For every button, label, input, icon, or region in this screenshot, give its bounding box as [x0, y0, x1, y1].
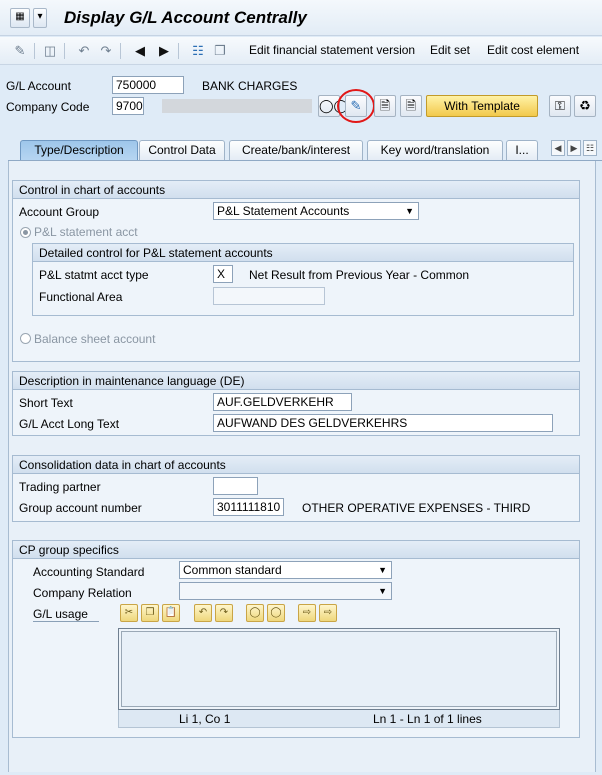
pl-statement-radio-label: P&L statement acct [34, 225, 138, 239]
tab-create-bank-interest[interactable]: Create/bank/interest [229, 140, 363, 160]
account-group-dropdown[interactable]: P&L Statement Accounts ▼ [213, 202, 419, 220]
tab-list-icon[interactable]: ☷ [583, 140, 597, 156]
functional-area-label: Functional Area [39, 290, 123, 304]
dropdown-menu-icon[interactable]: ▾ [33, 8, 47, 28]
toolbar-separator [64, 43, 65, 59]
accounting-standard-label: Accounting Standard [33, 565, 145, 579]
with-template-button[interactable]: With Template [426, 95, 538, 117]
detail-subgroup-title: Detailed control for P&L statement accou… [33, 244, 573, 262]
create-document-icon[interactable]: 🗎 [374, 95, 396, 117]
short-text-field[interactable]: AUF.GELDVERKEHR [213, 393, 352, 411]
gl-usage-label: G/L usage [33, 607, 88, 621]
group-title: Description in maintenance language (DE) [13, 372, 579, 390]
tab-more[interactable]: I... [506, 140, 538, 160]
company-code-label: Company Code [6, 100, 90, 114]
company-relation-dropdown[interactable]: ▼ [179, 582, 392, 600]
group-account-text: OTHER OPERATIVE EXPENSES - THIRD [302, 501, 531, 515]
undo-icon[interactable]: ↶ [76, 43, 92, 59]
tab-control-data[interactable]: Control Data [139, 140, 225, 160]
highlight-circle [337, 89, 375, 123]
redo-icon[interactable]: ↷ [215, 604, 233, 622]
chevron-down-icon: ▼ [405, 206, 414, 216]
tab-type-description[interactable]: Type/Description [20, 140, 138, 161]
editor-status-bar: Li 1, Co 1 Ln 1 - Ln 1 of 1 lines [118, 710, 560, 728]
editor-line-count: Ln 1 - Ln 1 of 1 lines [373, 712, 482, 726]
hierarchy-icon[interactable]: ☷ [190, 43, 206, 59]
pl-type-field[interactable]: X [213, 265, 233, 283]
group-account-field[interactable]: 3011111810 [213, 498, 284, 516]
tab-scroll-right-icon[interactable]: ▶ [567, 140, 581, 156]
gl-usage-underline [33, 621, 99, 622]
group-account-label: Group account number [19, 501, 142, 515]
trading-partner-label: Trading partner [19, 480, 101, 494]
link-edit-set[interactable]: Edit set [430, 43, 470, 57]
redo-icon[interactable]: ↷ [98, 43, 114, 59]
sap-menu-icon[interactable]: ▦ [10, 8, 30, 28]
account-group-label: Account Group [19, 205, 100, 219]
balance-sheet-radio[interactable] [20, 333, 31, 344]
link-edit-cost-element[interactable]: Edit cost element [487, 43, 579, 57]
tab-key-word-translation[interactable]: Key word/translation [367, 140, 503, 160]
undo-icon[interactable]: ↶ [194, 604, 212, 622]
gl-account-name: BANK CHARGES [202, 79, 298, 93]
pl-type-text: Net Result from Previous Year - Common [249, 268, 470, 282]
chevron-down-icon: ▼ [378, 565, 387, 575]
page-title: Display G/L Account Centrally [64, 8, 307, 27]
previous-icon[interactable]: ◀ [132, 43, 148, 59]
copy-object-icon[interactable]: ❐ [212, 43, 228, 59]
application-toolbar: ✎ ◫ ↶ ↷ ◀ ▶ ☷ ❐ Edit financial statement… [0, 37, 602, 65]
link-edit-fs-version[interactable]: Edit financial statement version [249, 43, 415, 57]
toolbar-separator [34, 43, 35, 59]
toolbar-separator [120, 43, 121, 59]
next-icon[interactable]: ▶ [156, 43, 172, 59]
copy-document-icon[interactable]: 🗎 [400, 95, 422, 117]
tab-scroll-left-icon[interactable]: ◀ [551, 140, 565, 156]
pl-statement-radio[interactable] [20, 227, 31, 238]
tab-strip-line [8, 160, 602, 161]
find-icon[interactable]: ◯ [246, 604, 264, 622]
company-code-field[interactable]: 9700 [112, 97, 144, 115]
long-text-field[interactable]: AUFWAND DES GELDVERKEHRS [213, 414, 553, 432]
find-next-icon[interactable]: ◯ [267, 604, 285, 622]
gl-account-field[interactable]: 750000 [112, 76, 184, 94]
long-text-label: G/L Acct Long Text [19, 417, 120, 431]
company-name-redacted [162, 99, 312, 113]
chevron-down-icon: ▼ [378, 586, 387, 596]
group-title: CP group specifics [13, 541, 579, 559]
gl-account-label: G/L Account [6, 79, 71, 93]
pl-type-label: P&L statmt acct type [39, 268, 149, 282]
accounting-standard-dropdown[interactable]: Common standard ▼ [179, 561, 392, 579]
account-group-value: P&L Statement Accounts [217, 204, 350, 218]
copy-icon[interactable]: ❐ [141, 604, 159, 622]
short-text-label: Short Text [19, 396, 73, 410]
paste-icon[interactable]: 📋 [162, 604, 180, 622]
cut-icon[interactable]: ✂ [120, 604, 138, 622]
accounting-standard-value: Common standard [183, 563, 282, 577]
switch-display-change-icon[interactable]: ✎ [12, 43, 28, 59]
title-bar: ▦ ▾ Display G/L Account Centrally [0, 0, 602, 36]
toolbar-separator [178, 43, 179, 59]
import-icon[interactable]: ⇨ [298, 604, 316, 622]
functional-area-field[interactable] [213, 287, 325, 305]
trash-icon[interactable]: ♻ [574, 95, 596, 117]
company-relation-label: Company Relation [33, 586, 132, 600]
other-object-icon[interactable]: ◫ [42, 43, 58, 59]
editor-cursor-position: Li 1, Co 1 [179, 712, 231, 726]
balance-sheet-radio-label: Balance sheet account [34, 332, 156, 346]
lock-icon[interactable]: ⚿ [549, 95, 571, 117]
trading-partner-field[interactable] [213, 477, 258, 495]
group-title: Control in chart of accounts [13, 181, 579, 199]
gl-usage-text-area[interactable] [121, 631, 557, 707]
group-title: Consolidation data in chart of accounts [13, 456, 579, 474]
export-icon[interactable]: ⇨ [319, 604, 337, 622]
